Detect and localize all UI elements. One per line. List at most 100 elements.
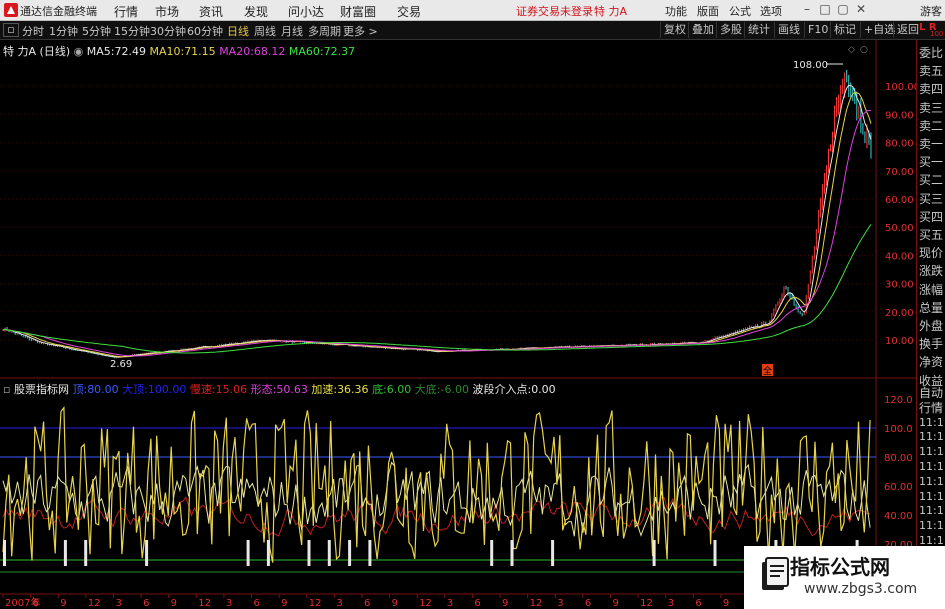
legend-ma20-label: MA20: xyxy=(219,45,254,58)
date-tick-label: 9 xyxy=(281,598,287,609)
quote-panel-item[interactable]: 11:11 xyxy=(919,490,945,504)
date-tick-label: 6 xyxy=(254,598,260,609)
date-tick-label: 3 xyxy=(115,598,121,609)
user-label[interactable]: 游客 xyxy=(920,3,942,19)
quote-panel-item[interactable]: 买四 xyxy=(919,210,943,224)
period-multi[interactable]: 多周期 xyxy=(308,23,341,39)
period-1min[interactable]: 1分钟 xyxy=(49,23,78,39)
quote-panel-item[interactable]: 涨跌 xyxy=(919,264,943,278)
quote-panel-item[interactable]: 11:11 xyxy=(919,445,945,459)
indicator-tick-label: 40.00 xyxy=(884,511,913,522)
period-intraday[interactable]: 分时 xyxy=(22,23,44,39)
period-more[interactable]: 更多 > xyxy=(343,23,378,39)
quote-panel-item[interactable]: 总量 xyxy=(919,301,943,315)
indicator-slow-label: 慢速: xyxy=(189,383,216,396)
period-monthly[interactable]: 月线 xyxy=(281,23,303,39)
slow-line xyxy=(2,496,871,537)
toggle-icon[interactable]: ▫ xyxy=(3,23,19,37)
quote-panel-item[interactable]: 11:11 xyxy=(919,430,945,444)
menu-layout[interactable]: 版面 xyxy=(697,3,719,19)
menu-trade[interactable]: 交易 xyxy=(397,3,421,20)
menu-news[interactable]: 资讯 xyxy=(199,3,223,20)
quote-panel-item[interactable]: 11:11 xyxy=(919,519,945,533)
indicator-bottom-value: 6.00 xyxy=(386,383,412,396)
tool-mark[interactable]: 标记 xyxy=(830,22,859,38)
date-tick-label: 3 xyxy=(336,598,342,609)
login-status[interactable]: 证券交易未登录 xyxy=(516,3,593,19)
peak-price-label: 108.00 xyxy=(793,60,828,71)
price-tick-label: 60.00 xyxy=(885,195,914,206)
tool-f10[interactable]: F10 xyxy=(804,22,831,38)
quote-panel-item[interactable]: 自动 xyxy=(919,386,943,400)
date-tick-label: 6 xyxy=(695,598,701,609)
quote-panel-item[interactable]: 卖五 xyxy=(919,64,943,78)
close-icon[interactable]: ✕ xyxy=(854,2,868,16)
quote-panel-item[interactable]: 11:11 xyxy=(919,475,945,489)
quote-panel-item[interactable]: 委比 xyxy=(919,46,943,60)
quote-panel-item[interactable]: 换手 xyxy=(919,337,943,351)
quote-panel-item[interactable]: 现价 xyxy=(919,246,943,260)
indicator-accel-label: 加速: xyxy=(311,383,338,396)
quote-panel-item[interactable]: 买一 xyxy=(919,155,943,169)
quote-panel-item[interactable]: 卖四 xyxy=(919,82,943,96)
quote-panel-item[interactable]: 11:11 xyxy=(919,504,945,518)
period-5min[interactable]: 5分钟 xyxy=(82,23,111,39)
indicator-bigbottom-value: -6.00 xyxy=(440,383,469,396)
tool-statistics[interactable]: 统计 xyxy=(744,22,773,38)
menu-options[interactable]: 选项 xyxy=(760,3,782,19)
minimize-icon[interactable]: – xyxy=(800,2,814,16)
quote-panel-item[interactable]: 卖三 xyxy=(919,101,943,115)
period-15min[interactable]: 15分钟 xyxy=(114,23,150,39)
period-60min[interactable]: 60分钟 xyxy=(187,23,223,39)
quote-panel-item[interactable]: 行情 xyxy=(919,401,943,415)
quote-panel-item[interactable]: 卖一 xyxy=(919,137,943,151)
period-daily[interactable]: 日线 xyxy=(227,23,249,39)
period-30min[interactable]: 30分钟 xyxy=(150,23,186,39)
menu-wealth-circle[interactable]: 财富圈 xyxy=(340,3,376,20)
tool-adjust[interactable]: 复权 xyxy=(660,22,689,38)
quote-panel-item[interactable]: 卖二 xyxy=(919,119,943,133)
menu-discover[interactable]: 发现 xyxy=(244,3,268,20)
price-tick-label: 40.00 xyxy=(885,251,914,262)
menu-function[interactable]: 功能 xyxy=(665,3,687,19)
quote-panel-item[interactable]: 净资 xyxy=(919,355,943,369)
maximize-icon[interactable]: ▢ xyxy=(836,2,850,16)
app-logo-icon xyxy=(4,3,18,17)
quote-panel-item[interactable]: 买三 xyxy=(919,192,943,206)
date-tick-label: 9 xyxy=(60,598,66,609)
indicator-select-icon[interactable]: ▫ xyxy=(3,383,10,396)
date-tick-label: 6 xyxy=(364,598,370,609)
legend-ma5-value: 72.49 xyxy=(114,45,146,58)
tool-back[interactable]: 返回 xyxy=(893,22,922,38)
quote-panel-item[interactable]: 买五 xyxy=(919,228,943,242)
legend-ma20-value: 68.12 xyxy=(253,45,286,58)
quote-panel-item[interactable]: 11:11 xyxy=(919,416,945,430)
menu-ask-xiaoda[interactable]: 问小达 xyxy=(288,3,324,20)
legend-eye-icon[interactable]: ◉ xyxy=(74,45,84,58)
diamond-icon: ◇ xyxy=(848,45,855,55)
corner-sub: 100 xyxy=(930,30,944,38)
period-weekly[interactable]: 周线 xyxy=(254,23,276,39)
price-tick-label: 70.00 xyxy=(885,167,914,178)
quote-panel-item[interactable]: 买二 xyxy=(919,173,943,187)
quote-panel-item[interactable]: 涨幅 xyxy=(919,283,943,297)
entry-point-bar xyxy=(713,540,717,566)
tool-overlay[interactable]: 叠加 xyxy=(688,22,717,38)
quote-panel-item[interactable]: 11:11 xyxy=(919,460,945,474)
tool-multi-stock[interactable]: 多股 xyxy=(716,22,745,38)
ma20-line xyxy=(2,109,872,357)
kline-chart[interactable]: 108.002.69全◇ ○ 100.0090.0080.0070.0060.00… xyxy=(0,40,945,609)
indicator-tick-label: 80.00 xyxy=(884,453,913,464)
ma10-line xyxy=(2,91,872,358)
indicator-slow-value: 15.06 xyxy=(215,383,248,396)
entry-point-bar xyxy=(145,540,149,566)
menu-market-quotes[interactable]: 行情 xyxy=(114,3,138,20)
tool-draw-line[interactable]: 画线 xyxy=(774,22,803,38)
indicator-name[interactable]: 股票指标网 xyxy=(14,383,69,396)
quote-panel-item[interactable]: 外盘 xyxy=(919,319,943,333)
restore-icon[interactable]: □ xyxy=(818,2,832,16)
menu-formula[interactable]: 公式 xyxy=(729,3,751,19)
main-chart-legend: 特 力A (日线) ◉ MA5:72.49 MA10:71.15 MA20:68… xyxy=(3,43,355,59)
menu-market[interactable]: 市场 xyxy=(155,3,179,20)
accel-line xyxy=(2,405,871,563)
